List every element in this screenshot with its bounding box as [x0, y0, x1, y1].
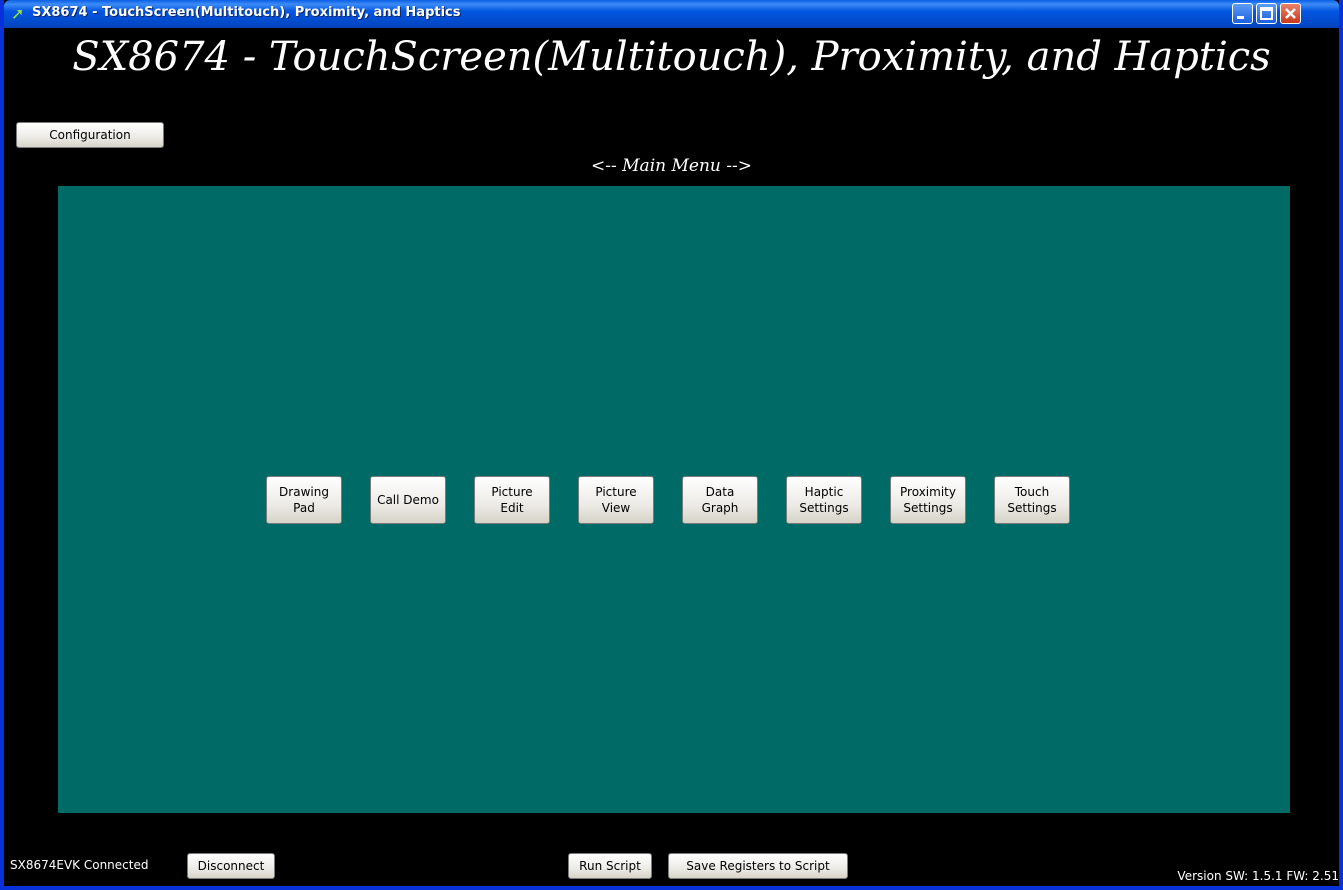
maximize-button[interactable]: [1256, 3, 1277, 24]
window-title: SX8674 - TouchScreen(Multitouch), Proxim…: [32, 5, 461, 20]
minimize-icon: [1237, 16, 1244, 19]
maximize-icon: [1260, 7, 1273, 20]
save-registers-button[interactable]: Save Registers to Script: [668, 853, 848, 879]
configuration-button[interactable]: Configuration: [16, 122, 164, 148]
picture-view-button[interactable]: Picture View: [578, 476, 654, 524]
drawing-pad-button[interactable]: Drawing Pad: [266, 476, 342, 524]
version-label: Version SW: 1.5.1 FW: 2.51: [1177, 869, 1339, 883]
proximity-settings-button[interactable]: Proximity Settings: [890, 476, 966, 524]
data-graph-button[interactable]: Data Graph: [682, 476, 758, 524]
main-menu-panel: [58, 186, 1290, 813]
run-script-button[interactable]: Run Script: [568, 853, 652, 879]
picture-edit-button[interactable]: Picture Edit: [474, 476, 550, 524]
green-arrow-icon: ➚: [11, 4, 25, 23]
page-title: SX8674 - TouchScreen(Multitouch), Proxim…: [72, 34, 1271, 80]
app-window: ➚ SX8674 - TouchScreen(Multitouch), Prox…: [0, 0, 1343, 890]
disconnect-button[interactable]: Disconnect: [187, 853, 275, 879]
connection-status: SX8674EVK Connected: [10, 858, 149, 872]
close-icon: [1285, 8, 1296, 19]
main-menu-label: <-- Main Menu -->: [591, 156, 752, 176]
title-bar[interactable]: ➚ SX8674 - TouchScreen(Multitouch), Prox…: [4, 0, 1339, 28]
minimize-button[interactable]: [1232, 3, 1253, 24]
call-demo-button[interactable]: Call Demo: [370, 476, 446, 524]
touch-settings-button[interactable]: Touch Settings: [994, 476, 1070, 524]
haptic-settings-button[interactable]: Haptic Settings: [786, 476, 862, 524]
close-button[interactable]: [1280, 3, 1301, 24]
